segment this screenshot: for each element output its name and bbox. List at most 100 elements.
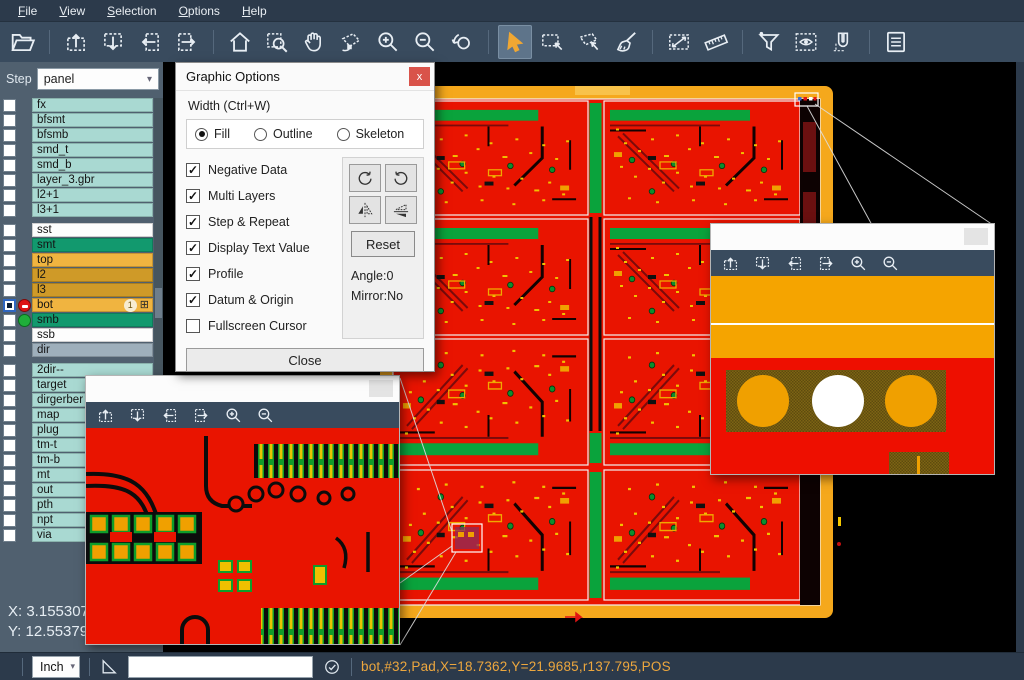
layer-checkbox-out[interactable] — [3, 484, 16, 497]
mag-pan-left-button[interactable] — [785, 254, 804, 273]
layer-label-smd_t[interactable]: smd_t — [32, 143, 153, 157]
measure-box-button[interactable] — [662, 25, 696, 59]
mag-pan-down-button[interactable] — [128, 406, 147, 425]
layer-checkbox-via[interactable] — [3, 529, 16, 542]
open-file-button[interactable] — [6, 25, 40, 59]
layer-checkbox-l3+1[interactable] — [3, 204, 16, 217]
layer-label-l2[interactable]: l2 — [32, 268, 153, 282]
menu-options[interactable]: Options — [169, 2, 230, 20]
mag-pan-up-button[interactable] — [96, 406, 115, 425]
mag-zoom-in-button[interactable] — [849, 254, 868, 273]
angle-measure-icon[interactable] — [99, 657, 119, 677]
checkbox-step-repeat[interactable]: ✓Step & Repeat — [186, 209, 336, 235]
menu-view[interactable]: View — [49, 2, 95, 20]
command-input[interactable] — [128, 656, 313, 678]
layer-checkbox-mt[interactable] — [3, 469, 16, 482]
zoom-window-button[interactable] — [260, 25, 294, 59]
layer-label-bot[interactable]: bot1⊞ — [32, 298, 153, 312]
dialog-titlebar[interactable]: Graphic Options x — [176, 63, 434, 91]
rotate-cw-button[interactable] — [349, 164, 381, 192]
layer-label-dir[interactable]: dir — [32, 343, 153, 357]
checkbox-display-text-value[interactable]: ✓Display Text Value — [186, 235, 336, 261]
layer-label-layer_3.gbr[interactable]: layer_3.gbr — [32, 173, 153, 187]
checkbox-datum-origin[interactable]: ✓Datum & Origin — [186, 287, 336, 313]
layer-checkbox-ssb[interactable] — [3, 329, 16, 342]
layer-checkbox-2dir--[interactable] — [3, 364, 16, 377]
close-button[interactable]: Close — [186, 348, 424, 372]
pan-up-button[interactable] — [59, 25, 93, 59]
zoom-out-button[interactable] — [408, 25, 442, 59]
layer-label-l3[interactable]: l3 — [32, 283, 153, 297]
layer-label-smb[interactable]: smb — [32, 313, 153, 327]
unit-select[interactable]: Inch ▾ — [32, 656, 80, 678]
pan-hand-button[interactable] — [297, 25, 331, 59]
layer-label-fx[interactable]: fx — [32, 98, 153, 112]
radio-skeleton[interactable]: Skeleton — [337, 127, 405, 141]
layer-checkbox-l3[interactable] — [3, 284, 16, 297]
layer-checkbox-layer_3.gbr[interactable] — [3, 174, 16, 187]
rotate-ccw-button[interactable] — [385, 164, 417, 192]
layer-checkbox-smd_b[interactable] — [3, 159, 16, 172]
select-polygon-button[interactable] — [572, 25, 606, 59]
radio-outline[interactable]: Outline — [254, 127, 313, 141]
layer-checkbox-l2[interactable] — [3, 269, 16, 282]
mag-pan-right-button[interactable] — [817, 254, 836, 273]
layer-checkbox-top[interactable] — [3, 254, 16, 267]
pan-left-button[interactable] — [133, 25, 167, 59]
mag-zoom-out-button[interactable] — [881, 254, 900, 273]
layer-label-ssb[interactable]: ssb — [32, 328, 153, 342]
checkbox-profile[interactable]: ✓Profile — [186, 261, 336, 287]
filter-button[interactable] — [752, 25, 786, 59]
zoom-home-button[interactable] — [223, 25, 257, 59]
lasso-zoom-button[interactable] — [334, 25, 368, 59]
pan-down-button[interactable] — [96, 25, 130, 59]
checkbox-negative-data[interactable]: ✓Negative Data — [186, 157, 336, 183]
reset-button[interactable]: Reset — [351, 231, 415, 257]
minimize-button[interactable] — [369, 380, 393, 397]
layer-label-smd_b[interactable]: smd_b — [32, 158, 153, 172]
view-options-button[interactable] — [789, 25, 823, 59]
layer-label-bfsmt[interactable]: bfsmt — [32, 113, 153, 127]
layer-checkbox-bfsmt[interactable] — [3, 114, 16, 127]
clean-tool-button[interactable] — [609, 25, 643, 59]
flip-vertical-button[interactable] — [385, 196, 417, 224]
pan-right-button[interactable] — [170, 25, 204, 59]
step-select[interactable]: panel ▾ — [37, 68, 159, 90]
checkbox-multi-layers[interactable]: ✓Multi Layers — [186, 183, 336, 209]
mag-zoom-in-button[interactable] — [224, 406, 243, 425]
layer-label-bfsmb[interactable]: bfsmb — [32, 128, 153, 142]
layer-label-sst[interactable]: sst — [32, 223, 153, 237]
mag-pan-right-button[interactable] — [192, 406, 211, 425]
layer-checkbox-fx[interactable] — [3, 99, 16, 112]
layer-label-l2+1[interactable]: l2+1 — [32, 188, 153, 202]
menu-help[interactable]: Help — [232, 2, 277, 20]
layer-checkbox-target[interactable] — [3, 379, 16, 392]
layer-checkbox-tm-t[interactable] — [3, 439, 16, 452]
select-pointer-button[interactable] — [498, 25, 532, 59]
layer-label-l3+1[interactable]: l3+1 — [32, 203, 153, 217]
mag-pan-left-button[interactable] — [160, 406, 179, 425]
mag-zoom-out-button[interactable] — [256, 406, 275, 425]
layer-label-smt[interactable]: smt — [32, 238, 153, 252]
flip-horizontal-button[interactable] — [349, 196, 381, 224]
menu-selection[interactable]: Selection — [97, 2, 166, 20]
layer-checkbox-smb[interactable] — [3, 314, 16, 327]
layer-checkbox-dirgerber[interactable] — [3, 394, 16, 407]
minimize-button[interactable] — [964, 228, 988, 245]
layer-checkbox-sst[interactable] — [3, 224, 16, 237]
snap-button[interactable] — [826, 25, 860, 59]
zoom-previous-button[interactable] — [445, 25, 479, 59]
layer-checkbox-map[interactable] — [3, 409, 16, 422]
layer-checkbox-tm-b[interactable] — [3, 454, 16, 467]
checkbox-fullscreen-cursor[interactable]: Fullscreen Cursor — [186, 313, 336, 339]
menu-file[interactable]: File — [8, 2, 47, 20]
magnifier-a-titlebar[interactable] — [711, 224, 994, 250]
panel-list-button[interactable] — [879, 25, 913, 59]
mag-pan-up-button[interactable] — [721, 254, 740, 273]
layer-checkbox-bfsmb[interactable] — [3, 129, 16, 142]
layer-checkbox-pth[interactable] — [3, 499, 16, 512]
layer-checkbox-bot[interactable] — [3, 299, 16, 312]
layer-checkbox-dir[interactable] — [3, 344, 16, 357]
close-icon[interactable]: x — [409, 67, 430, 86]
magnifier-a-view[interactable] — [711, 276, 994, 474]
